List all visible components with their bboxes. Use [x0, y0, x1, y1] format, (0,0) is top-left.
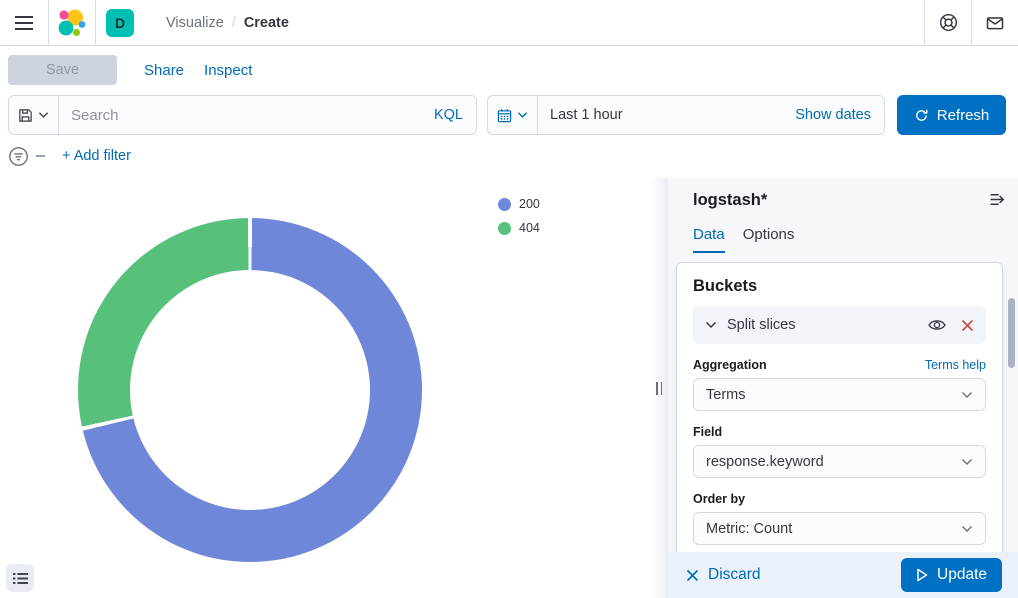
- chevron-down-icon: [961, 458, 973, 466]
- list-icon: [13, 572, 28, 585]
- toggle-visibility-button[interactable]: [928, 318, 946, 332]
- chevron-down-icon: [517, 111, 528, 119]
- field-label: Field: [693, 425, 722, 439]
- legend-label-200: 200: [519, 197, 540, 211]
- tab-options[interactable]: Options: [743, 226, 795, 253]
- panel-scrollbar[interactable]: [1008, 298, 1015, 368]
- field-select[interactable]: response.keyword: [693, 445, 986, 478]
- donut-chart[interactable]: [78, 218, 422, 562]
- hamburger-menu-button[interactable]: [0, 0, 48, 45]
- order-by-select[interactable]: Metric: Count: [693, 512, 986, 545]
- tab-data[interactable]: Data: [693, 226, 725, 253]
- terms-help-link[interactable]: Terms help: [925, 358, 986, 372]
- collapse-panel-button[interactable]: [989, 191, 1006, 208]
- help-menu-button[interactable]: [925, 0, 971, 45]
- date-picker-group: Last 1 hour Show dates: [487, 95, 885, 135]
- order-by-value: Metric: Count: [706, 521, 961, 537]
- filter-dash-decoration: [36, 155, 45, 157]
- discard-label: Discard: [708, 566, 761, 584]
- play-icon: [916, 568, 928, 582]
- calendar-icon: [497, 108, 512, 123]
- split-slices-accordion[interactable]: Split slices: [693, 306, 986, 344]
- order-by-label: Order by: [693, 492, 745, 506]
- breadcrumb: Visualize / Create: [144, 0, 924, 45]
- show-dates-button[interactable]: Show dates: [795, 96, 884, 134]
- breadcrumb-separator: /: [232, 15, 236, 31]
- filter-bar: + Add filter: [0, 141, 131, 171]
- query-bar: Search KQL Last 1 hour Show dates Refres…: [0, 95, 1018, 135]
- share-button[interactable]: Share: [144, 62, 184, 79]
- legend-item-200[interactable]: 200: [498, 192, 540, 216]
- save-query-icon: [18, 108, 33, 123]
- search-input[interactable]: Search: [59, 96, 434, 134]
- editor-tabs: Data Options: [693, 226, 794, 253]
- buckets-heading: Buckets: [693, 277, 986, 296]
- refresh-button[interactable]: Refresh: [897, 95, 1006, 135]
- buckets-card: Buckets Split slices: [676, 262, 1003, 558]
- panel-resizer-handle[interactable]: [650, 178, 668, 598]
- elastic-logo-button[interactable]: [49, 0, 95, 45]
- breadcrumb-visualize-link[interactable]: Visualize: [166, 15, 224, 31]
- aggregation-label: Aggregation: [693, 358, 767, 372]
- visualization-editor-panel: logstash* Data Options Buckets Split sli…: [668, 178, 1018, 598]
- update-label: Update: [937, 566, 987, 584]
- main-content: 200 404 logstash* Data Options: [0, 178, 1018, 598]
- mail-icon: [985, 13, 1005, 33]
- aggregation-value: Terms: [706, 387, 961, 403]
- chart-legend: 200 404: [498, 192, 540, 240]
- chevron-down-icon: [38, 111, 49, 119]
- chevron-down-icon: [961, 525, 973, 533]
- chevron-down-icon: [705, 321, 717, 329]
- visualization-chart-area: 200 404: [0, 178, 656, 598]
- editor-footer-bar: Discard Update: [668, 552, 1018, 598]
- legend-item-404[interactable]: 404: [498, 216, 540, 240]
- date-quick-menu-button[interactable]: [488, 96, 538, 134]
- refresh-icon: [914, 108, 929, 123]
- help-lifebuoy-icon: [939, 13, 958, 32]
- add-filter-button[interactable]: + Add filter: [62, 148, 131, 164]
- remove-x-icon: [961, 319, 974, 332]
- field-value: response.keyword: [706, 454, 961, 470]
- saved-query-menu-button[interactable]: [9, 96, 59, 134]
- filter-menu-icon[interactable]: [8, 146, 29, 167]
- update-button[interactable]: Update: [901, 558, 1002, 592]
- search-placeholder: Search: [71, 107, 119, 124]
- discard-button[interactable]: Discard: [686, 566, 761, 584]
- hamburger-icon: [15, 16, 33, 30]
- query-language-button[interactable]: KQL: [434, 96, 476, 134]
- index-pattern-title: logstash*: [693, 191, 767, 210]
- chevron-down-icon: [961, 391, 973, 399]
- aggregation-select[interactable]: Terms: [693, 378, 986, 411]
- legend-label-404: 404: [519, 221, 540, 235]
- newsfeed-button[interactable]: [972, 0, 1018, 45]
- inspect-button[interactable]: Inspect: [204, 62, 252, 79]
- legend-toggle-button[interactable]: [6, 564, 34, 592]
- space-badge: D: [106, 9, 134, 37]
- top-header: D Visualize / Create: [0, 0, 1018, 46]
- collapse-panel-icon: [989, 191, 1006, 208]
- split-slices-label[interactable]: Split slices: [727, 317, 928, 333]
- time-range-value[interactable]: Last 1 hour: [538, 96, 795, 134]
- save-button[interactable]: Save: [8, 55, 117, 85]
- legend-dot-404: [498, 222, 511, 235]
- elastic-logo-icon: [58, 9, 86, 37]
- space-selector-button[interactable]: D: [96, 0, 144, 45]
- breadcrumb-current: Create: [244, 15, 289, 31]
- legend-dot-200: [498, 198, 511, 211]
- remove-bucket-button[interactable]: [961, 319, 974, 332]
- discard-x-icon: [686, 569, 699, 582]
- visualize-toolbar: Save Share Inspect: [0, 46, 1018, 94]
- donut-hole: [130, 270, 370, 510]
- refresh-label: Refresh: [937, 107, 990, 124]
- eye-icon: [928, 318, 946, 332]
- search-input-group: Search KQL: [8, 95, 477, 135]
